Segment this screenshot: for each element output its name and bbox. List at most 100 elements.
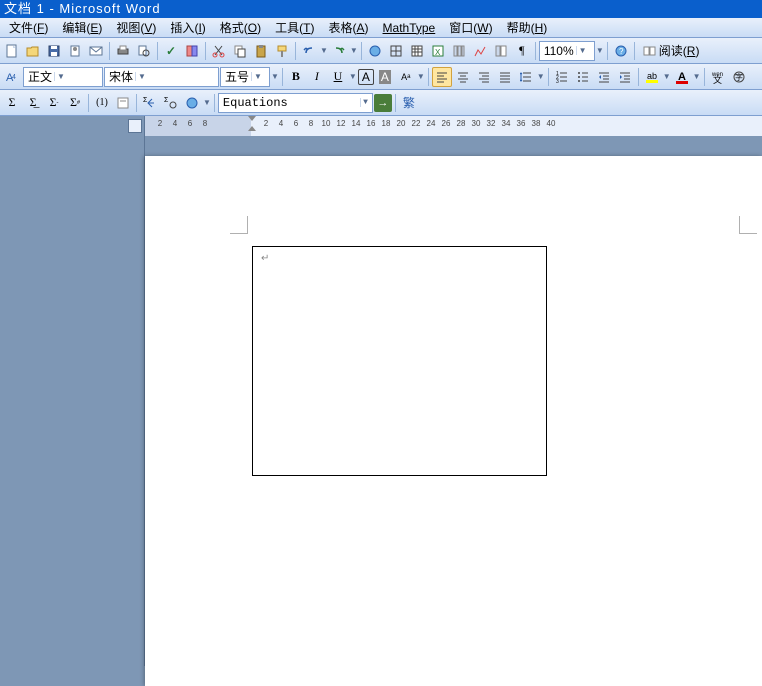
menu-tools[interactable]: 工具(T)	[268, 18, 321, 37]
char-shading-button[interactable]: A	[375, 67, 395, 87]
equations-value: Equations	[223, 96, 288, 110]
highlight-button[interactable]: ab	[642, 67, 662, 87]
inc-indent-button[interactable]	[615, 67, 635, 87]
italic-button[interactable]: I	[307, 67, 327, 87]
go-button[interactable]: →	[374, 94, 392, 112]
svg-text:?: ?	[619, 47, 624, 56]
margin-corner-tr	[739, 216, 757, 234]
next-eq-button[interactable]: Σ	[161, 93, 181, 113]
ruler-area: 2468246810121416182022242628303234363840	[0, 116, 762, 136]
font-dropdown[interactable]: 宋体 ▼	[104, 67, 219, 87]
menu-table[interactable]: 表格(A)	[322, 18, 376, 37]
save-button[interactable]	[44, 41, 64, 61]
toolbar-formatting: A4 正文 ▼ 宋体 ▼ 五号 ▼ ▼ B I U ▼ A A Aᵃ ▼ ▼ 1…	[0, 64, 762, 90]
svg-text:Σ: Σ	[143, 97, 148, 104]
margin-corner-tl	[230, 216, 248, 234]
numbering-button[interactable]: 123	[552, 67, 572, 87]
toolbar-equations: Σ Σ̲ Σ- Σ# (1) Σ Σ ▼ Equations ▼ → 繁	[0, 90, 762, 116]
char-border-button[interactable]: A	[358, 69, 374, 85]
columns-button[interactable]	[449, 41, 469, 61]
char-case-button[interactable]: Aᵃ	[396, 67, 416, 87]
menu-insert[interactable]: 插入(I)	[163, 18, 212, 37]
email-button[interactable]	[86, 41, 106, 61]
excel-button[interactable]: X	[428, 41, 448, 61]
align-distribute-button[interactable]	[495, 67, 515, 87]
bold-button[interactable]: B	[286, 67, 306, 87]
cut-button[interactable]	[209, 41, 229, 61]
prev-eq-button[interactable]: Σ	[140, 93, 160, 113]
format-painter-button[interactable]	[272, 41, 292, 61]
horizontal-ruler[interactable]: 2468246810121416182022242628303234363840	[145, 116, 762, 136]
svg-text:4: 4	[12, 74, 16, 81]
menu-mathtype[interactable]: MathType	[376, 20, 443, 36]
toolbar-standard: ✓ ▼ ▼ X ¶ 110% ▼ ▼ ? 阅读(R)	[0, 38, 762, 64]
zoom-dropdown[interactable]: 110% ▼	[539, 41, 595, 61]
text-box[interactable]: ↵	[252, 246, 547, 476]
menu-help[interactable]: 帮助(H)	[500, 18, 555, 37]
window-title: 文档 1 - Microsoft Word	[4, 1, 161, 16]
phonetic-button[interactable]: wen文	[708, 67, 728, 87]
svg-text:Σ: Σ	[164, 97, 169, 104]
paren-num-button[interactable]: (1)	[92, 93, 112, 113]
print-preview-button[interactable]	[134, 41, 154, 61]
redo-button[interactable]	[329, 41, 349, 61]
svg-text:文: 文	[713, 74, 722, 84]
vertical-ruler-area	[0, 136, 145, 666]
workspace: ↵	[0, 136, 762, 666]
bullets-button[interactable]	[573, 67, 593, 87]
tab-selector[interactable]	[0, 116, 145, 136]
print-button[interactable]	[113, 41, 133, 61]
sigma-button[interactable]: Σ	[2, 93, 22, 113]
document-page[interactable]: ↵	[145, 156, 762, 686]
svg-text:字: 字	[735, 72, 743, 82]
titlebar: 文档 1 - Microsoft Word	[0, 0, 762, 18]
drawing-button[interactable]	[470, 41, 490, 61]
menu-view[interactable]: 视图(V)	[109, 18, 163, 37]
line-spacing-button[interactable]	[516, 67, 536, 87]
research-button[interactable]	[182, 41, 202, 61]
sigma-line-button[interactable]: Σ-	[44, 93, 64, 113]
spellcheck-button[interactable]: ✓	[161, 41, 181, 61]
style-dropdown[interactable]: 正文 ▼	[23, 67, 103, 87]
paragraph-mark-icon: ↵	[261, 253, 269, 264]
zoom-value: 110%	[544, 44, 574, 58]
fontsize-value: 五号	[225, 68, 249, 85]
hyperlink-button[interactable]	[365, 41, 385, 61]
underline-button[interactable]: U	[328, 67, 348, 87]
read-mode-button[interactable]: 阅读(R)	[638, 41, 705, 61]
align-center-button[interactable]	[453, 67, 473, 87]
copy-button[interactable]	[230, 41, 250, 61]
new-doc-button[interactable]	[2, 41, 22, 61]
chapter-button[interactable]	[113, 93, 133, 113]
menu-file[interactable]: 文件(F)	[2, 18, 55, 37]
docmap-button[interactable]	[491, 41, 511, 61]
equations-dropdown[interactable]: Equations ▼	[218, 93, 373, 113]
dec-indent-button[interactable]	[594, 67, 614, 87]
svg-text:3: 3	[556, 79, 559, 83]
help-button[interactable]: ?	[611, 41, 631, 61]
menu-format[interactable]: 格式(O)	[213, 18, 268, 37]
sigma-num-button[interactable]: Σ#	[65, 93, 85, 113]
eq-prefs-button[interactable]	[182, 93, 202, 113]
fontsize-dropdown[interactable]: 五号 ▼	[220, 67, 270, 87]
styles-pane-button[interactable]: A4	[2, 67, 22, 87]
undo-button[interactable]	[299, 41, 319, 61]
font-color-button[interactable]: A	[672, 67, 692, 87]
open-button[interactable]	[23, 41, 43, 61]
tables-borders-button[interactable]	[386, 41, 406, 61]
traditional-button[interactable]: 繁	[399, 93, 419, 113]
menubar: 文件(F) 编辑(E) 视图(V) 插入(I) 格式(O) 工具(T) 表格(A…	[0, 18, 762, 38]
permission-button[interactable]	[65, 41, 85, 61]
paste-button[interactable]	[251, 41, 271, 61]
insert-table-button[interactable]	[407, 41, 427, 61]
align-left-button[interactable]	[432, 67, 452, 87]
font-value: 宋体	[109, 68, 133, 85]
show-marks-button[interactable]: ¶	[512, 41, 532, 61]
menu-window[interactable]: 窗口(W)	[442, 18, 499, 37]
menu-edit[interactable]: 编辑(E)	[55, 18, 109, 37]
style-value: 正文	[28, 68, 52, 85]
sigma-under-button[interactable]: Σ̲	[23, 93, 43, 113]
svg-text:ab: ab	[647, 71, 657, 81]
align-right-button[interactable]	[474, 67, 494, 87]
enclose-button[interactable]: 字	[729, 67, 749, 87]
